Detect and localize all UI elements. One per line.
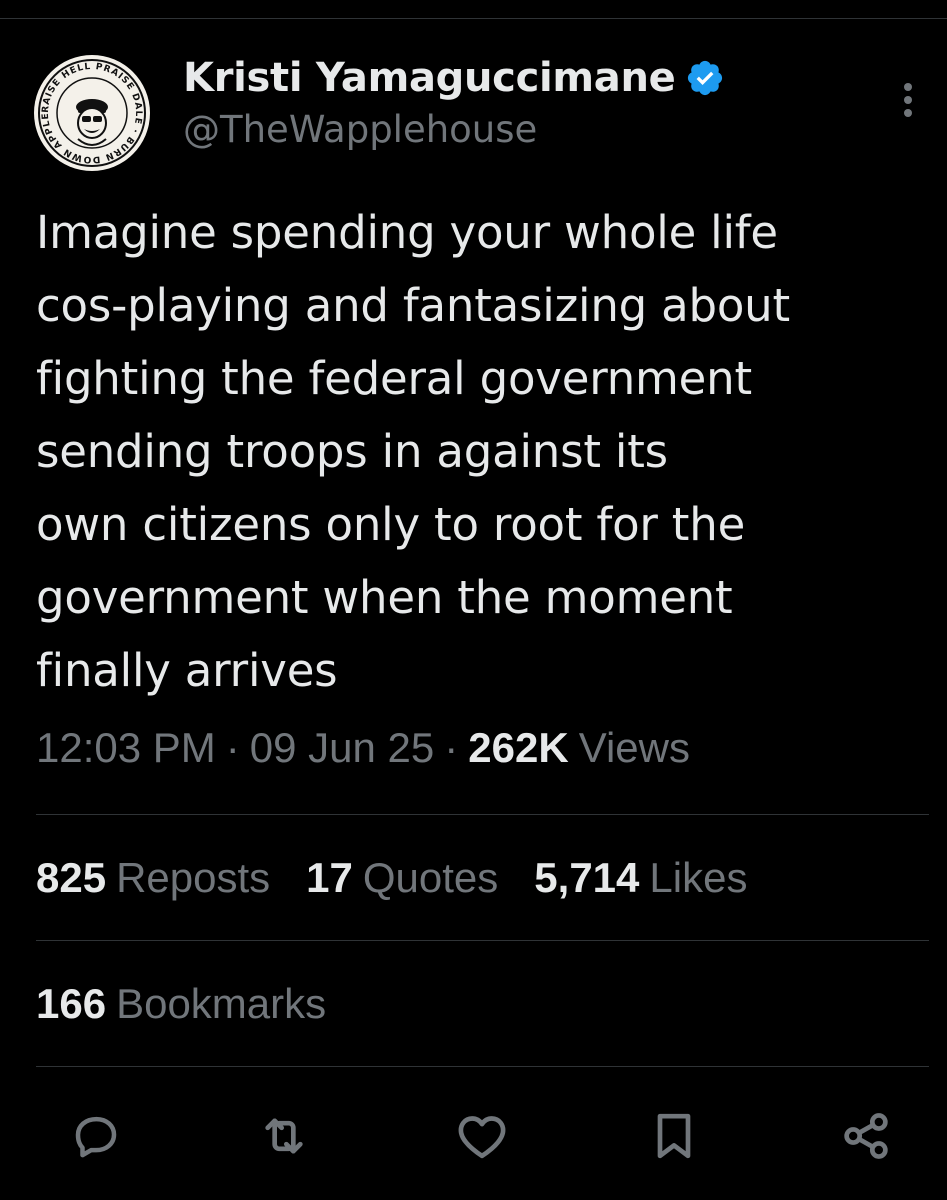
quotes-stat[interactable]: 17 Quotes: [306, 854, 498, 902]
bookmarks-count: 166: [36, 980, 107, 1027]
likes-label: Likes: [649, 854, 748, 901]
likes-stat[interactable]: 5,714 Likes: [534, 854, 747, 902]
like-button[interactable]: [454, 1108, 510, 1164]
like-icon: [458, 1116, 506, 1159]
share-icon: [844, 1113, 888, 1159]
reposts-count: 825: [36, 854, 107, 901]
tweet-meta: 12:03 PM · 09 Jun 25 · 262K Views: [36, 724, 690, 772]
author-handle[interactable]: @TheWapplehouse: [183, 108, 725, 151]
meta-separator: ·: [225, 724, 240, 771]
likes-count: 5,714: [534, 854, 640, 901]
avatar-logo-icon: RAISE HELL PRAISE DALE · BURN DOWN APPLE…: [34, 55, 148, 169]
bookmarks-label: Bookmarks: [116, 980, 327, 1027]
repost-icon: [265, 1118, 303, 1154]
more-options-icon[interactable]: [893, 80, 923, 120]
verified-badge-icon[interactable]: [685, 58, 725, 98]
views-label: Views: [578, 724, 690, 771]
views-count: 262K: [468, 724, 569, 771]
divider: [36, 940, 929, 941]
reply-icon: [75, 1116, 117, 1158]
meta-separator: ·: [444, 724, 459, 771]
quotes-count: 17: [306, 854, 353, 901]
tweet-text: Imagine spending your whole life cos-pla…: [36, 206, 790, 697]
tweet-date[interactable]: 09 Jun 25: [250, 724, 435, 772]
bookmarks-stat[interactable]: 166 Bookmarks: [36, 980, 326, 1028]
reposts-label: Reposts: [116, 854, 271, 901]
bookmark-button[interactable]: [646, 1108, 702, 1164]
engagement-stats: 825 Reposts 17 Quotes 5,714 Likes: [36, 854, 783, 902]
share-button[interactable]: [838, 1108, 894, 1164]
reply-button[interactable]: [68, 1108, 124, 1164]
reposts-stat[interactable]: 825 Reposts: [36, 854, 270, 902]
author-display-name[interactable]: Kristi Yamaguccimane: [183, 55, 676, 101]
tweet-author[interactable]: Kristi Yamaguccimane @TheWapplehouse: [183, 52, 725, 151]
quotes-label: Quotes: [362, 854, 499, 901]
divider: [36, 1066, 929, 1067]
divider: [36, 814, 929, 815]
repost-button[interactable]: [256, 1108, 312, 1164]
tweet-time[interactable]: 12:03 PM: [36, 724, 216, 772]
author-avatar[interactable]: RAISE HELL PRAISE DALE · BURN DOWN APPLE…: [34, 55, 150, 171]
bookmark-icon: [657, 1113, 691, 1159]
top-divider: [0, 18, 947, 19]
